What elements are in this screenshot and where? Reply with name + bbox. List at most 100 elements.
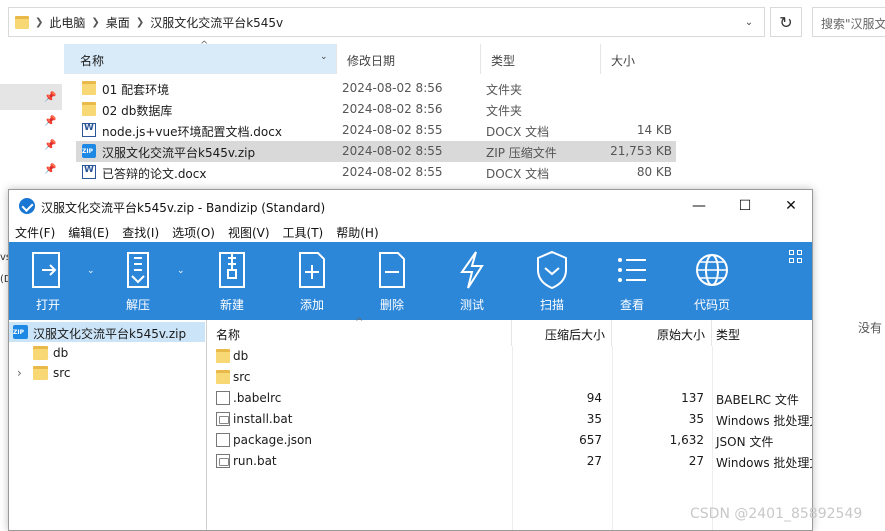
column-header-type[interactable]: 类型	[480, 44, 600, 74]
compressed-size: 27	[586, 454, 602, 468]
folder-icon	[216, 349, 230, 363]
tree-root[interactable]: 汉服文化交流平台k545v.zip	[9, 322, 205, 342]
column-header-date[interactable]: 修改日期	[336, 44, 480, 74]
menu-file[interactable]: 文件(F)	[15, 224, 55, 241]
file-type: DOCX 文档	[486, 167, 550, 181]
chevron-down-icon[interactable]: ⌄	[320, 52, 328, 62]
file-name: node.js+vue环境配置文档.docx	[102, 125, 282, 139]
original-size: 137	[681, 391, 704, 405]
menu-help[interactable]: 帮助(H)	[336, 224, 378, 241]
file-date: 2024-08-02 8:55	[342, 165, 443, 179]
original-size: 35	[688, 412, 704, 426]
pin-icon[interactable]: 📌	[44, 140, 56, 151]
codepage-button[interactable]: 代码页	[681, 250, 743, 316]
breadcrumb-desktop[interactable]: 桌面	[106, 14, 130, 31]
tree-item-db[interactable]: db	[9, 343, 205, 363]
menu-edit[interactable]: 编辑(E)	[68, 224, 109, 241]
file-date: 2024-08-02 8:56	[342, 102, 443, 116]
maximize-button[interactable]: ☐	[722, 190, 768, 222]
view-icon	[614, 250, 650, 290]
archive-row[interactable]: package.json 657 1,632 JSON 文件	[208, 430, 812, 451]
file-row-selected[interactable]: 汉服文化交流平台k545v.zip 2024-08-02 8:55 ZIP 压缩…	[76, 141, 676, 162]
chevron-down-icon[interactable]: ⌄	[177, 266, 185, 276]
title-bar[interactable]: 汉服文化交流平台k545v.zip - Bandizip (Standard) …	[9, 190, 812, 222]
archive-item-name: package.json	[233, 433, 313, 447]
bat-icon	[216, 412, 230, 426]
delete-button[interactable]: 删除	[361, 250, 423, 316]
archive-item-name: src	[233, 370, 251, 384]
refresh-button[interactable]: ↻	[770, 7, 802, 37]
chevron-right-icon[interactable]: ❯	[91, 17, 99, 28]
toolbar-label: 扫描	[539, 298, 564, 312]
menu-find[interactable]: 查找(I)	[122, 224, 159, 241]
archive-row[interactable]: db	[208, 346, 812, 367]
compressed-size: 657	[579, 433, 602, 447]
breadcrumb-this-pc[interactable]: 此电脑	[49, 14, 85, 31]
test-button[interactable]: 测试	[441, 250, 503, 316]
chevron-right-icon[interactable]: ❯	[35, 17, 43, 28]
tree-root-label: 汉服文化交流平台k545v.zip	[33, 327, 187, 341]
menu-options[interactable]: 选项(O)	[172, 224, 215, 241]
address-history-dropdown-icon[interactable]: ⌄	[736, 9, 762, 35]
quick-access-pane: 📌 📌 📌 📌	[0, 44, 62, 194]
folder-icon	[82, 102, 96, 116]
address-bar[interactable]: ❯ 此电脑 ❯ 桌面 ❯ 汉服文化交流平台k545v	[8, 7, 765, 37]
extract-icon	[120, 250, 156, 290]
toolbar-label: 代码页	[693, 298, 730, 312]
bandizip-window: 汉服文化交流平台k545v.zip - Bandizip (Standard) …	[8, 189, 813, 531]
column-header-name[interactable]: 名称 ^	[208, 317, 512, 346]
explorer-address-bar-area: ❯ 此电脑 ❯ 桌面 ❯ 汉服文化交流平台k545v ⌄ ↻ 搜索"汉服文	[0, 0, 885, 44]
open-button[interactable]: 打开	[17, 250, 79, 316]
tree-item-src[interactable]: › src	[9, 363, 205, 383]
scan-button[interactable]: 扫描	[521, 250, 583, 316]
breadcrumb-current-folder[interactable]: 汉服文化交流平台k545v	[150, 14, 283, 31]
file-date: 2024-08-02 8:55	[342, 144, 443, 158]
original-size: 1,632	[669, 433, 704, 447]
add-button[interactable]: 添加	[281, 250, 343, 316]
file-name: 02 db数据库	[102, 104, 173, 118]
toolbar-label: 查看	[619, 298, 644, 312]
menu-view[interactable]: 视图(V)	[228, 224, 270, 241]
chevron-right-icon[interactable]: ›	[17, 366, 22, 380]
archive-row[interactable]: src	[208, 367, 812, 388]
item-type: Windows 批处理文件	[716, 456, 812, 470]
pin-icon[interactable]: 📌	[44, 116, 56, 127]
file-name: 汉服文化交流平台k545v.zip	[102, 146, 256, 160]
toolbar: 打开 ⌄ 解压 ⌄ 新建 添加 删除 测试 扫描 查看 代码页	[9, 242, 812, 320]
column-header-type[interactable]: 类型	[712, 320, 812, 346]
column-header-original-size[interactable]: 原始大小	[612, 320, 712, 346]
preview-pane-text: 没有	[858, 321, 883, 335]
preview-pane	[812, 180, 885, 531]
column-header-compressed-size[interactable]: 压缩后大小	[512, 320, 612, 346]
archive-row[interactable]: install.bat 35 35 Windows 批处理文件	[208, 409, 812, 430]
file-type: DOCX 文档	[486, 125, 550, 139]
view-button[interactable]: 查看	[601, 250, 663, 316]
new-archive-button[interactable]: 新建	[201, 250, 263, 316]
archive-row[interactable]: run.bat 27 27 Windows 批处理文件	[208, 451, 812, 472]
pin-icon[interactable]: 📌	[44, 164, 56, 175]
file-size: 21,753 KB	[610, 144, 672, 158]
toolbar-label: 打开	[35, 298, 60, 312]
file-row[interactable]: 已答辩的论文.docx 2024-08-02 8:55 DOCX 文档 80 K…	[76, 162, 676, 183]
file-row[interactable]: 01 配套环境 2024-08-02 8:56 文件夹	[76, 78, 676, 99]
chevron-down-icon[interactable]: ⌄	[87, 266, 95, 276]
pin-icon[interactable]: 📌	[44, 92, 56, 103]
minimize-button[interactable]: —	[676, 190, 722, 222]
column-header-label: 名称	[216, 328, 241, 342]
file-row[interactable]: 02 db数据库 2024-08-02 8:56 文件夹	[76, 99, 676, 120]
extract-button[interactable]: 解压	[107, 250, 169, 316]
archive-row[interactable]: .babelrc 94 137 BABELRC 文件	[208, 388, 812, 409]
add-icon	[294, 250, 330, 290]
menu-bar: 文件(F) 编辑(E) 查找(I) 选项(O) 视图(V) 工具(T) 帮助(H…	[9, 222, 812, 242]
docx-icon	[82, 123, 96, 137]
item-type: BABELRC 文件	[716, 393, 799, 407]
layout-grid-icon[interactable]	[789, 250, 803, 264]
file-date: 2024-08-02 8:56	[342, 81, 443, 95]
chevron-right-icon[interactable]: ❯	[136, 17, 144, 28]
file-size: 14 KB	[636, 123, 672, 137]
close-button[interactable]: ✕	[768, 190, 812, 222]
file-row[interactable]: node.js+vue环境配置文档.docx 2024-08-02 8:55 D…	[76, 120, 676, 141]
search-input[interactable]: 搜索"汉服文	[812, 7, 885, 37]
menu-tools[interactable]: 工具(T)	[283, 224, 324, 241]
column-header-size[interactable]: 大小	[600, 44, 680, 74]
